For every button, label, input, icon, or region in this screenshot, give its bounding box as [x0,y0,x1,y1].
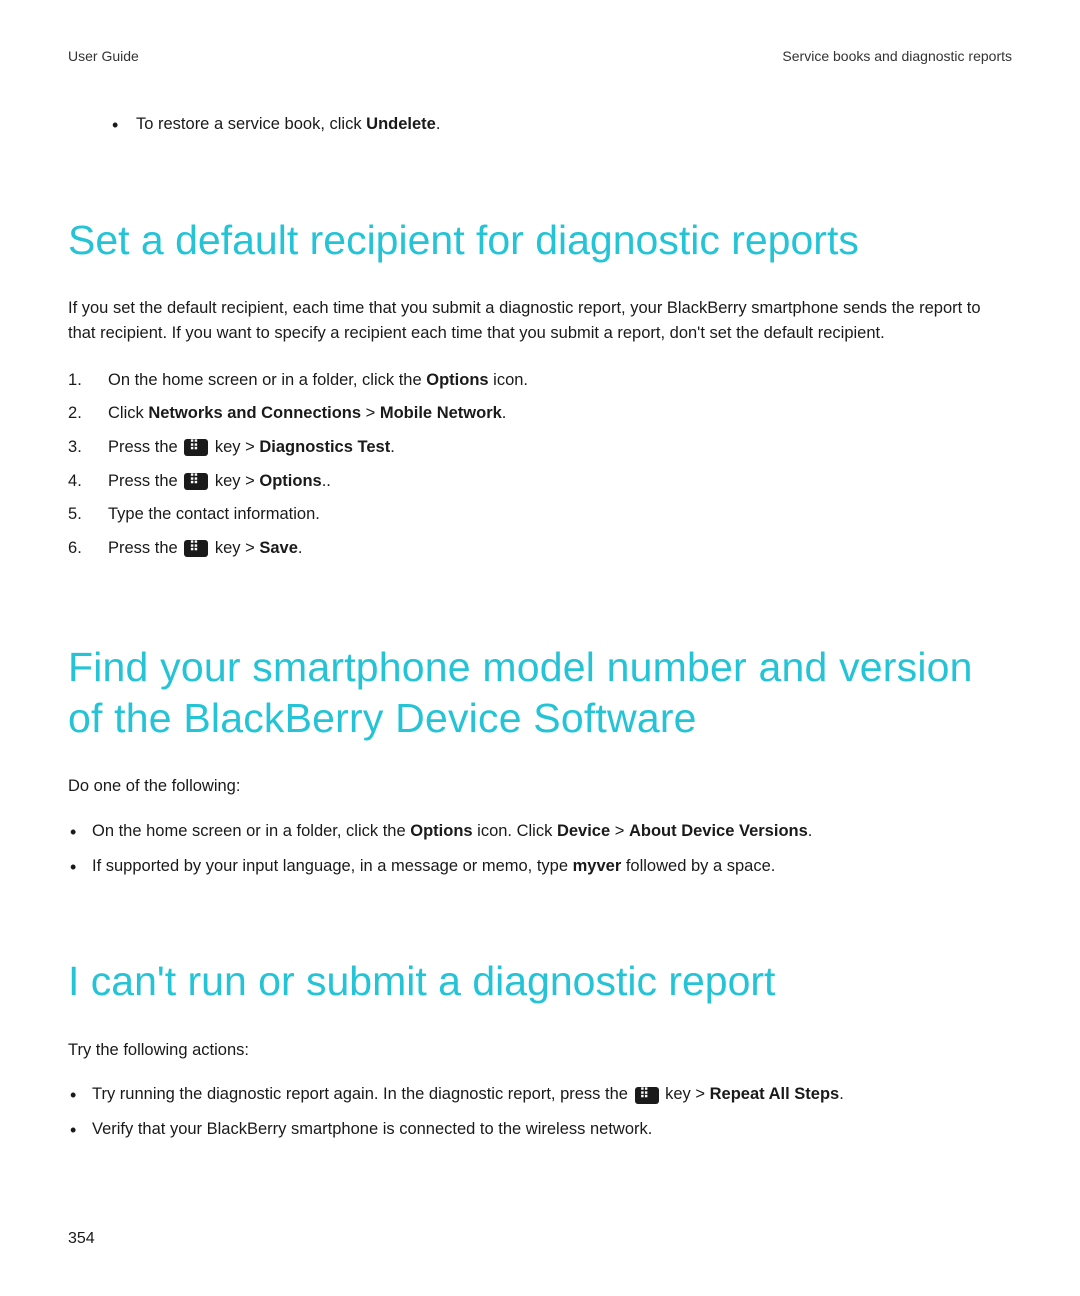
step4-mid: key > [210,472,259,490]
s3b1-bold: Repeat All Steps [710,1085,840,1103]
step6-bold: Save [259,539,298,557]
page-header: User Guide Service books and diagnostic … [68,48,1012,64]
step-4: Press the key > Options.. [68,467,1012,497]
s2b1-b3: About Device Versions [629,822,808,840]
step-2: Click Networks and Connections > Mobile … [68,399,1012,429]
blackberry-key-icon [184,473,208,490]
s2b1-b2: Device [557,822,610,840]
section3-bullet-2: Verify that your BlackBerry smartphone i… [68,1117,1012,1142]
step4-suffix: .. [322,472,331,490]
page-number: 354 [68,1230,95,1248]
s2b2-b1: myver [573,857,622,875]
step-1: On the home screen or in a folder, click… [68,366,1012,396]
step2-suffix: . [502,404,507,422]
section1-heading: Set a default recipient for diagnostic r… [68,215,1012,266]
step4-bold: Options [259,472,321,490]
step1-prefix: On the home screen or in a folder, click… [108,371,426,389]
step3-mid: key > [210,438,259,456]
blackberry-key-icon [184,540,208,557]
intro-bullet-bold: Undelete [366,115,436,133]
step-5: Type the contact information. [68,500,1012,530]
section2-bullets: On the home screen or in a folder, click… [68,819,1012,879]
step6-suffix: . [298,539,303,557]
section2-intro: Do one of the following: [68,774,1012,799]
intro-bullet-suffix: . [436,115,441,133]
intro-bullet: To restore a service book, click Undelet… [112,112,1012,137]
s2b1-p2: icon. Click [473,822,557,840]
step4-prefix: Press the [108,472,182,490]
step-6: Press the key > Save. [68,534,1012,564]
header-right: Service books and diagnostic reports [782,48,1012,64]
step6-prefix: Press the [108,539,182,557]
header-left: User Guide [68,48,139,64]
section3-heading: I can't run or submit a diagnostic repor… [68,956,1012,1007]
step2-prefix: Click [108,404,148,422]
section3-intro: Try the following actions: [68,1038,1012,1063]
step2-bold2: Mobile Network [380,404,502,422]
intro-bullet-prefix: To restore a service book, click [136,115,366,133]
section2-bullet-1: On the home screen or in a folder, click… [68,819,1012,844]
s2b2-p1: If supported by your input language, in … [92,857,573,875]
section3-bullet-1: Try running the diagnostic report again.… [68,1082,1012,1107]
blackberry-key-icon [635,1087,659,1104]
step2-bold1: Networks and Connections [148,404,361,422]
s3b1-p1: Try running the diagnostic report again.… [92,1085,633,1103]
section2-heading: Find your smartphone model number and ve… [68,642,1012,745]
section3-bullets: Try running the diagnostic report again.… [68,1082,1012,1142]
s3b1-mid: key > [661,1085,710,1103]
s3b1-suffix: . [839,1085,844,1103]
blackberry-key-icon [184,439,208,456]
step-3: Press the key > Diagnostics Test. [68,433,1012,463]
section2-bullet-2: If supported by your input language, in … [68,854,1012,879]
section1-intro: If you set the default recipient, each t… [68,296,1012,346]
s2b2-p2: followed by a space. [621,857,775,875]
step2-sep: > [361,404,380,422]
step3-suffix: . [390,438,395,456]
s2b1-p1: On the home screen or in a folder, click… [92,822,410,840]
step6-mid: key > [210,539,259,557]
step3-prefix: Press the [108,438,182,456]
step1-bold: Options [426,371,488,389]
section1-steps: On the home screen or in a folder, click… [68,366,1012,564]
s2b1-suffix: . [808,822,813,840]
step1-suffix: icon. [489,371,528,389]
s2b1-sep: > [610,822,629,840]
s2b1-b1: Options [410,822,472,840]
step3-bold: Diagnostics Test [259,438,390,456]
